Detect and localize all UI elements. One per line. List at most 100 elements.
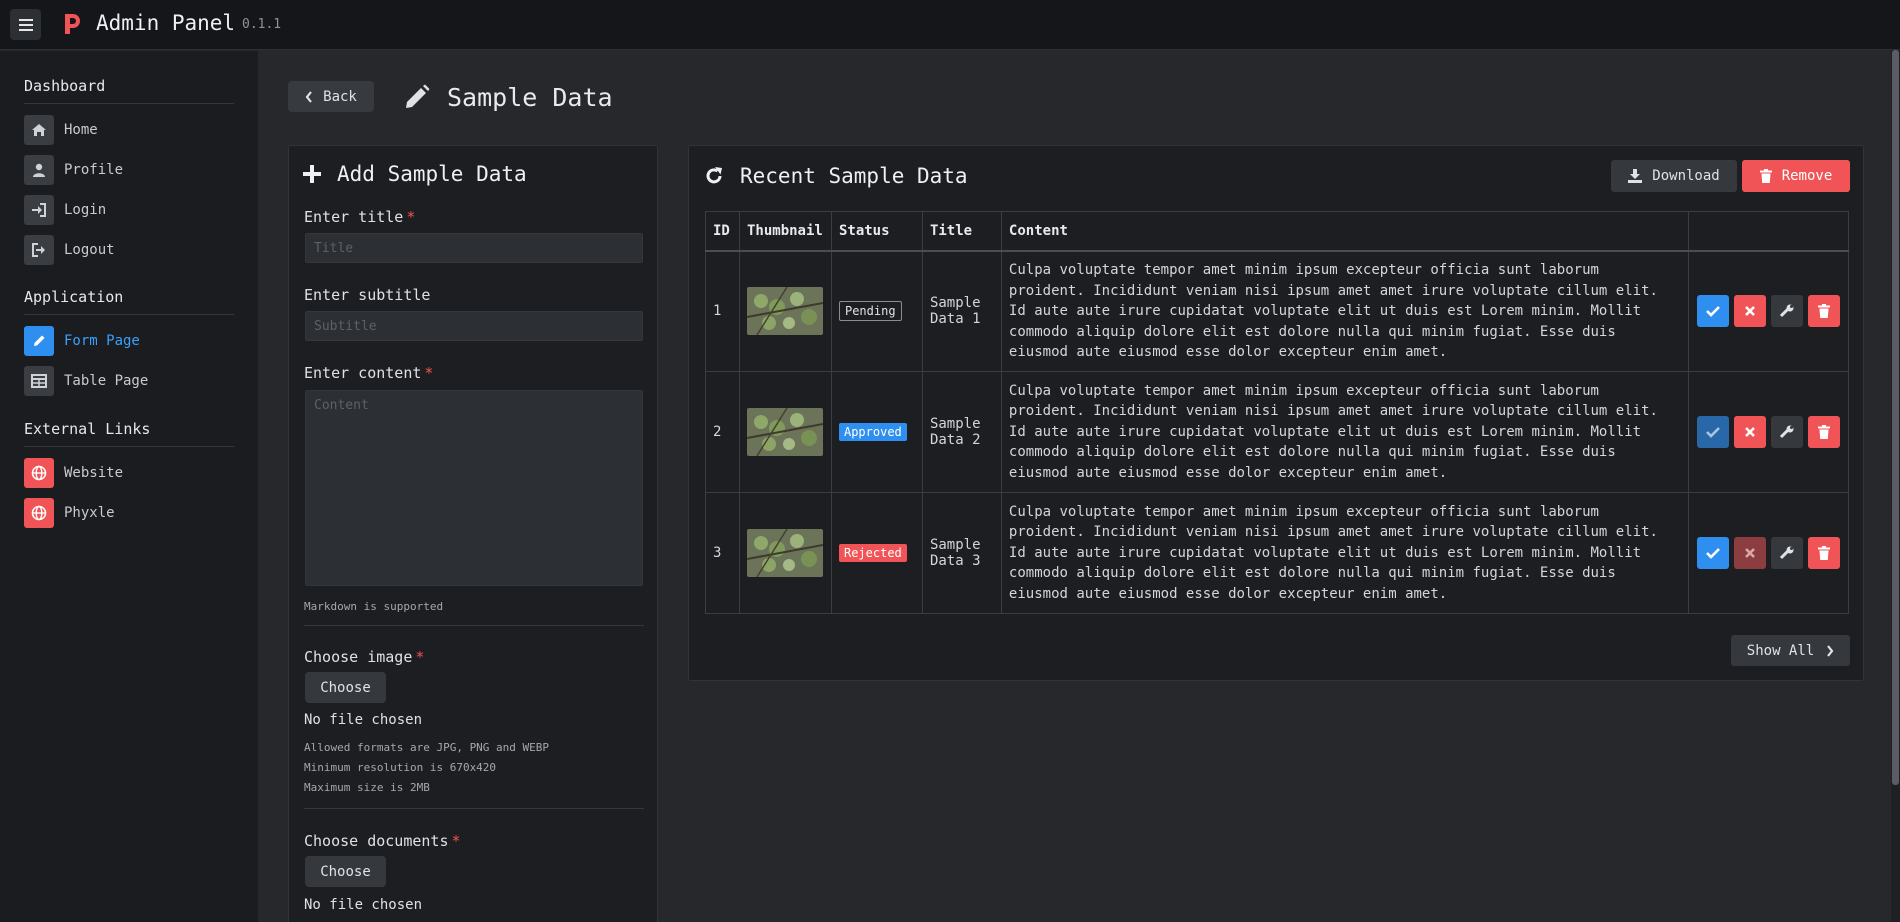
sidebar-section-dashboard: Dashboard Home Profile Login Logout: [24, 77, 234, 270]
reject-button[interactable]: [1733, 295, 1766, 328]
sidebar-item-label: Phyxle: [64, 505, 115, 521]
remove-button[interactable]: Remove: [1742, 160, 1850, 192]
sidebar-section-external-links: External Links Website Phyxle: [24, 420, 234, 533]
refresh-icon[interactable]: [704, 166, 724, 186]
choose-documents-button[interactable]: Choose: [305, 856, 386, 887]
sidebar: Dashboard Home Profile Login Logout Appl…: [0, 51, 258, 922]
edit-button[interactable]: [1770, 416, 1803, 448]
pencil-icon: [406, 84, 430, 108]
delete-button[interactable]: [1807, 416, 1840, 448]
edit-button[interactable]: [1770, 295, 1803, 328]
home-icon: [24, 115, 54, 145]
delete-button[interactable]: [1807, 537, 1840, 569]
page-title: Sample Data: [447, 83, 613, 112]
approve-button[interactable]: [1696, 416, 1729, 448]
chevron-left-icon: [305, 90, 312, 103]
sidebar-item-form-page[interactable]: Form Page: [24, 321, 234, 361]
thumbnail-image[interactable]: [746, 529, 823, 577]
back-button[interactable]: Back: [288, 81, 374, 112]
recent-sample-data-card: Recent Sample Data Download Remove ID Th…: [688, 145, 1864, 681]
thumbnail-image[interactable]: [746, 408, 823, 456]
sidebar-item-label: Website: [64, 465, 124, 481]
close-icon: [1745, 548, 1755, 558]
required-mark: *: [406, 208, 416, 226]
status-badge: Pending: [838, 301, 902, 322]
image-hint-resolution: Minimum resolution is 670x420: [304, 761, 497, 774]
content-label: Enter content *: [304, 364, 433, 382]
trash-icon: [1759, 169, 1772, 183]
column-header-id: ID: [705, 211, 740, 252]
login-icon: [24, 195, 54, 225]
form-card-title: Add Sample Data: [303, 162, 527, 186]
sidebar-item-label: Table Page: [64, 373, 149, 389]
sidebar-heading: External Links: [24, 420, 234, 447]
column-header-thumbnail: Thumbnail: [738, 211, 832, 252]
table-row: 1 Pending Sample Data 1 Culpa voluptate …: [705, 250, 1850, 372]
delete-button[interactable]: [1807, 295, 1840, 328]
table-icon: [24, 366, 54, 396]
trash-icon: [1817, 425, 1830, 439]
cell-thumbnail: [738, 250, 832, 372]
image-hint-formats: Allowed formats are JPG, PNG and WEBP: [304, 741, 550, 754]
check-icon: [1706, 427, 1720, 438]
documents-file-status: No file chosen: [304, 897, 423, 913]
sidebar-item-profile[interactable]: Profile: [24, 150, 234, 190]
cell-content: Culpa voluptate tempor amet minim ipsum …: [1000, 250, 1689, 372]
close-icon: [1745, 427, 1755, 437]
download-button[interactable]: Download: [1611, 160, 1737, 192]
column-header-actions: [1687, 211, 1850, 252]
column-header-title: Title: [921, 211, 1002, 252]
plus-icon: [303, 165, 321, 183]
download-icon: [1628, 169, 1643, 183]
cell-id: 1: [705, 250, 740, 372]
approve-button[interactable]: [1696, 295, 1729, 328]
cell-status: Pending: [830, 250, 923, 372]
content-textarea[interactable]: Content: [305, 390, 643, 586]
title-label-text: Enter title: [304, 208, 404, 226]
reject-button[interactable]: [1733, 416, 1766, 448]
show-all-button[interactable]: Show All: [1731, 635, 1850, 666]
approve-button[interactable]: [1696, 537, 1729, 569]
show-all-label: Show All: [1746, 642, 1815, 659]
sidebar-item-logout[interactable]: Logout: [24, 230, 234, 270]
image-label-text: Choose image: [304, 648, 413, 666]
edit-button[interactable]: [1770, 537, 1803, 569]
sidebar-item-login[interactable]: Login: [24, 190, 234, 230]
title-input[interactable]: Title: [305, 233, 643, 263]
content-label-text: Enter content: [304, 364, 422, 382]
required-mark: *: [424, 364, 434, 382]
sidebar-item-label: Form Page: [64, 333, 140, 349]
image-label: Choose image *: [304, 648, 424, 666]
sidebar-item-label: Profile: [64, 162, 124, 178]
divider: [304, 808, 644, 809]
cell-content: Culpa voluptate tempor amet minim ipsum …: [1000, 371, 1689, 493]
page-scrollbar-thumb[interactable]: [1892, 50, 1899, 785]
cell-title: Sample Data 2: [921, 371, 1002, 493]
cell-title: Sample Data 1: [921, 250, 1002, 372]
recent-title-text: Recent Sample Data: [740, 164, 968, 188]
wrench-icon: [1779, 425, 1794, 439]
sidebar-item-label: Home: [64, 122, 98, 138]
documents-label-text: Choose documents: [304, 832, 449, 850]
thumbnail-image[interactable]: [746, 287, 823, 336]
sidebar-item-home[interactable]: Home: [24, 110, 234, 150]
wrench-icon: [1779, 546, 1794, 560]
cell-id: 2: [705, 371, 740, 493]
reject-button[interactable]: [1733, 537, 1766, 569]
subtitle-input[interactable]: Subtitle: [305, 311, 643, 341]
globe-icon: [24, 498, 54, 528]
cell-status: Approved: [830, 371, 923, 493]
top-bar: Admin Panel 0.1.1: [0, 0, 1900, 50]
column-header-content: Content: [1000, 211, 1689, 252]
recent-data-table: ID Thumbnail Status Title Content 1 Pend…: [705, 211, 1850, 614]
hamburger-menu-button[interactable]: [10, 9, 41, 40]
sidebar-item-phyxle[interactable]: Phyxle: [24, 493, 234, 533]
sidebar-item-table-page[interactable]: Table Page: [24, 361, 234, 401]
app-title[interactable]: Admin Panel: [96, 11, 235, 35]
brand-logo-icon[interactable]: [62, 12, 82, 36]
status-badge: Approved: [838, 423, 907, 441]
sidebar-item-website[interactable]: Website: [24, 453, 234, 493]
check-icon: [1706, 548, 1720, 559]
choose-image-button[interactable]: Choose: [305, 672, 386, 703]
cell-thumbnail: [738, 492, 832, 614]
